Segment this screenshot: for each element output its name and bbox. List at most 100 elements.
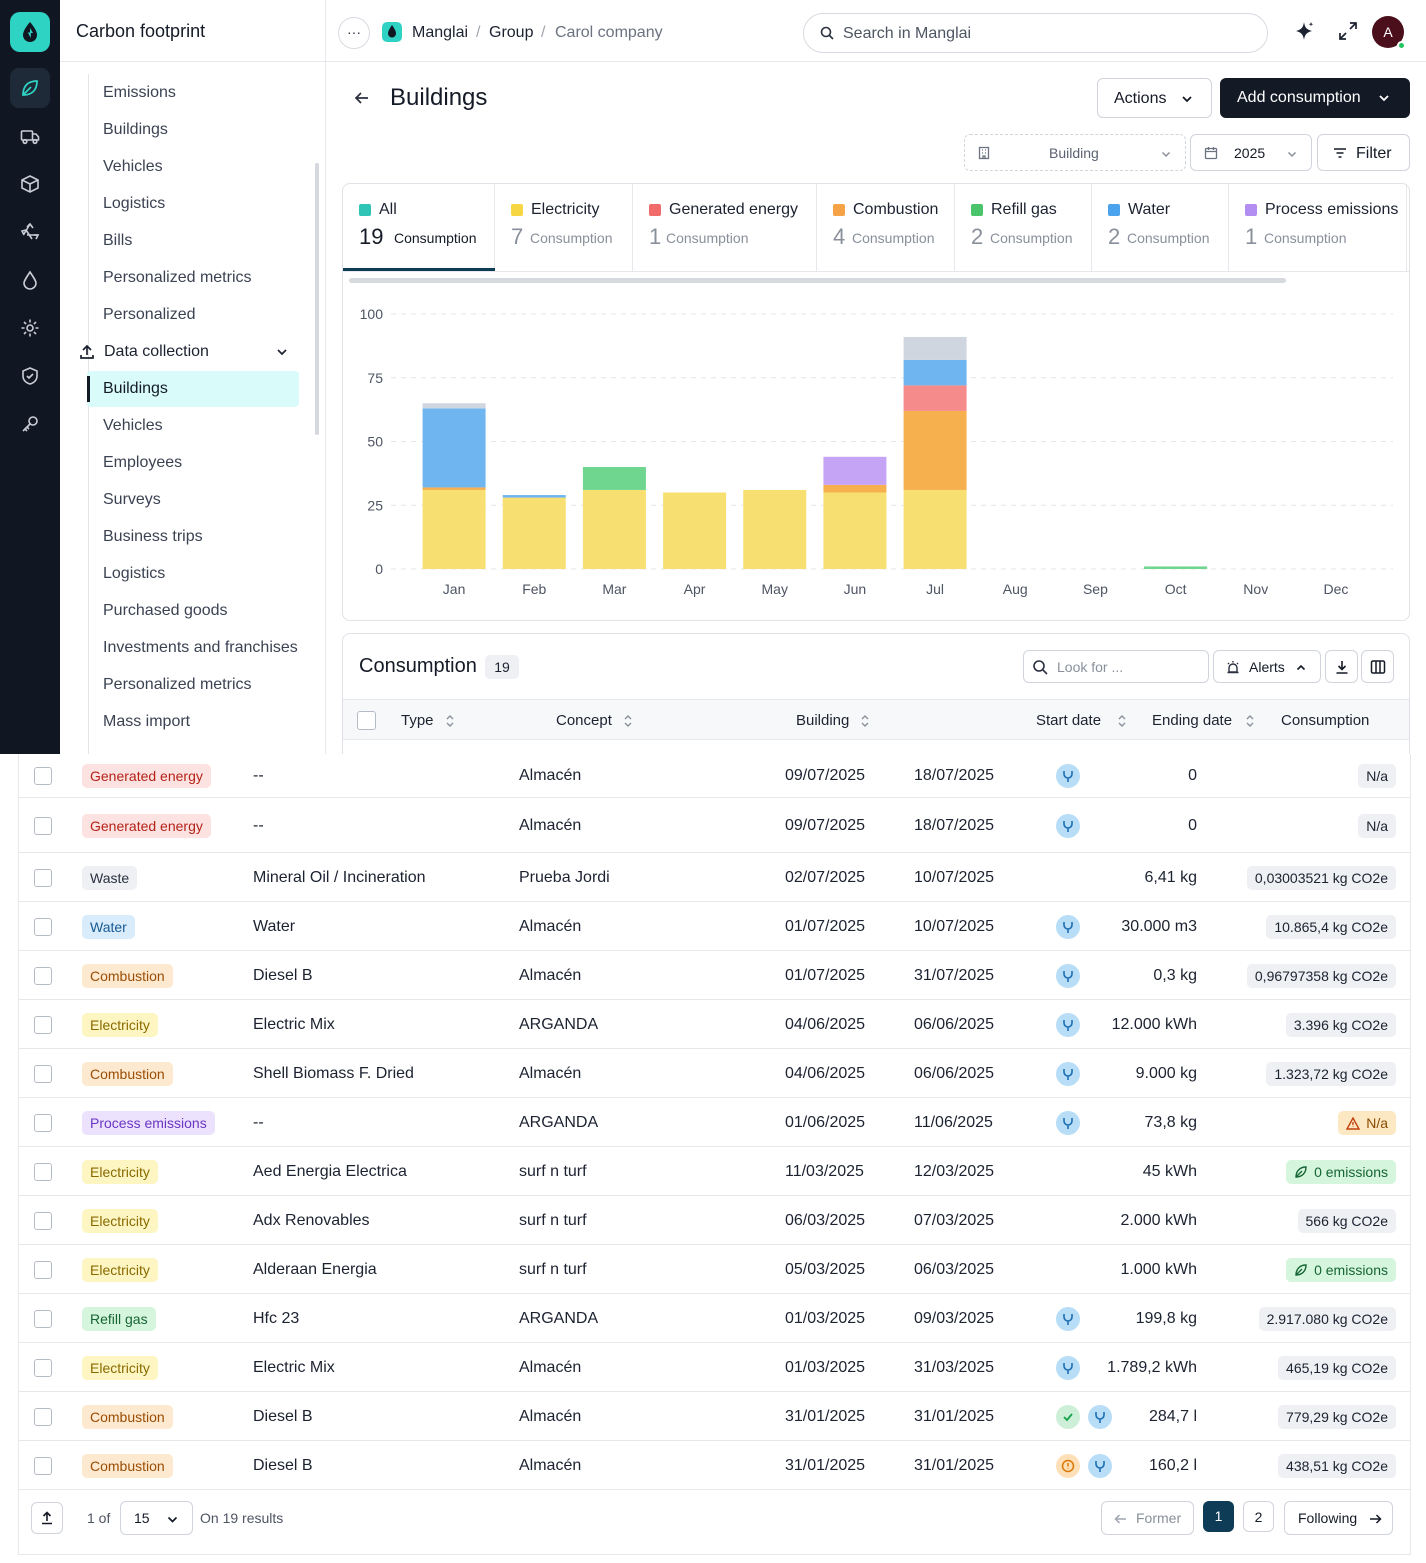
- table-row[interactable]: Electricity Electric Mix ARGANDA 04/06/2025…: [19, 1000, 1410, 1049]
- page-button-2[interactable]: 2: [1243, 1501, 1274, 1532]
- truck-icon[interactable]: [10, 116, 50, 156]
- key-icon[interactable]: [10, 404, 50, 444]
- table-row[interactable]: Electricity Alderaan Energia surf n turf 05…: [19, 1245, 1410, 1294]
- row-checkbox[interactable]: [34, 1114, 52, 1132]
- table-row[interactable]: Water Water Almacén 01/07/2025 10/07/2025 30.…: [19, 902, 1410, 951]
- gear-icon[interactable]: [10, 308, 50, 348]
- sidebar-subitem-vehicles[interactable]: Vehicles: [103, 417, 163, 435]
- row-checkbox[interactable]: [34, 767, 52, 785]
- table-row[interactable]: Combustion Diesel B Almacén 31/01/2025 31/01…: [19, 1441, 1410, 1490]
- sidebar-item-bills[interactable]: Bills: [103, 232, 132, 250]
- sidebar-item-logistics[interactable]: Logistics: [103, 195, 165, 213]
- global-search-input[interactable]: Search in Manglai: [803, 13, 1268, 53]
- column-header-concept[interactable]: Concept: [556, 712, 612, 729]
- table-row[interactable]: Generated energy -- Almacén 09/07/2025 18/07…: [19, 754, 1410, 798]
- category-tab-generated-energy[interactable]: Generated energy 1 Consumption: [633, 184, 817, 271]
- sort-icon[interactable]: [445, 714, 455, 728]
- row-checkbox[interactable]: [34, 1163, 52, 1181]
- table-row[interactable]: Process emissions -- ARGANDA 01/06/2025 11/0…: [19, 1098, 1410, 1147]
- table-row[interactable]: Electricity Electric Mix Almacén 01/03/2025…: [19, 1343, 1410, 1392]
- table-row[interactable]: Electricity Adx Renovables surf n turf 06/0…: [19, 1196, 1410, 1245]
- sidebar-item-vehicles[interactable]: Vehicles: [103, 158, 163, 176]
- actions-button[interactable]: Actions: [1097, 78, 1212, 118]
- row-checkbox[interactable]: [34, 918, 52, 936]
- sort-icon[interactable]: [860, 714, 870, 728]
- shield-icon[interactable]: [10, 356, 50, 396]
- table-row[interactable]: Electricity Aed Energia Electrica surf n t…: [19, 1147, 1410, 1196]
- scroll-top-button[interactable]: [31, 1502, 63, 1534]
- row-checkbox[interactable]: [34, 1457, 52, 1475]
- row-checkbox[interactable]: [34, 1016, 52, 1034]
- column-header-consumption[interactable]: Consumption: [1281, 712, 1369, 729]
- data-source-icon[interactable]: [1056, 1062, 1080, 1086]
- row-checkbox[interactable]: [34, 817, 52, 835]
- expand-icon[interactable]: [1337, 20, 1359, 42]
- select-all-checkbox[interactable]: [357, 711, 376, 730]
- sidebar-subitem-investments[interactable]: Investments and franchises: [103, 639, 298, 657]
- breadcrumb-manglai[interactable]: Manglai: [412, 24, 468, 42]
- table-row[interactable]: Generated energy -- Almacén 09/07/2025 18/07…: [19, 798, 1410, 853]
- data-source-icon[interactable]: [1088, 1454, 1112, 1478]
- category-tab-electricity[interactable]: Electricity 7 Consumption: [495, 184, 633, 271]
- breadcrumb-carol-company[interactable]: Carol company: [555, 24, 663, 42]
- building-select[interactable]: Building: [964, 134, 1186, 171]
- sidebar-item-personalized-metrics[interactable]: Personalized metrics: [103, 269, 252, 287]
- column-header-type[interactable]: Type: [401, 712, 434, 729]
- table-search-input[interactable]: Look for ...: [1023, 650, 1209, 683]
- sidebar-subitem-business-trips[interactable]: Business trips: [103, 528, 203, 546]
- sidebar-subitem-mass-import[interactable]: Mass import: [103, 713, 190, 731]
- back-arrow-icon[interactable]: [352, 88, 372, 108]
- sidebar-item-personalized[interactable]: Personalized: [103, 306, 196, 324]
- page-size-select[interactable]: 15: [120, 1501, 193, 1535]
- page-button-1[interactable]: 1: [1203, 1501, 1234, 1532]
- sidebar-item-emissions[interactable]: Emissions: [103, 84, 176, 102]
- category-tab-process-emissions[interactable]: Process emissions 1 Consumption: [1229, 184, 1407, 271]
- category-tab-combustion[interactable]: Combustion 4 Consumption: [817, 184, 955, 271]
- sidebar-subitem-surveys[interactable]: Surveys: [103, 491, 161, 509]
- table-row[interactable]: Waste Mineral Oil / Incineration Prueba Jo…: [19, 853, 1410, 902]
- alerts-button[interactable]: Alerts: [1213, 650, 1321, 683]
- tabs-scrollbar[interactable]: [349, 278, 1286, 283]
- row-checkbox[interactable]: [34, 1261, 52, 1279]
- data-source-icon[interactable]: [1056, 1111, 1080, 1135]
- column-header-start-date[interactable]: Start date: [1036, 712, 1101, 729]
- row-checkbox[interactable]: [34, 1408, 52, 1426]
- data-source-icon[interactable]: [1056, 814, 1080, 838]
- sidebar-subitem-buildings[interactable]: Buildings: [103, 380, 168, 398]
- column-header-ending-date[interactable]: Ending date: [1152, 712, 1232, 729]
- logo-icon[interactable]: [10, 12, 50, 52]
- sidebar-subitem-personalized-metrics[interactable]: Personalized metrics: [103, 676, 252, 694]
- data-source-icon[interactable]: [1056, 764, 1080, 788]
- row-checkbox[interactable]: [34, 1359, 52, 1377]
- category-tab-refill-gas[interactable]: Refill gas 2 Consumption: [955, 184, 1092, 271]
- data-source-icon[interactable]: [1056, 915, 1080, 939]
- sidebar-subitem-employees[interactable]: Employees: [103, 454, 182, 472]
- category-tab-water[interactable]: Water 2 Consumption: [1092, 184, 1229, 271]
- row-checkbox[interactable]: [34, 1065, 52, 1083]
- data-source-icon[interactable]: [1056, 1307, 1080, 1331]
- leaf-icon[interactable]: [10, 68, 50, 108]
- sidebar-section-data-collection[interactable]: Data collection: [78, 341, 300, 363]
- sidebar-subitem-logistics[interactable]: Logistics: [103, 565, 165, 583]
- download-button[interactable]: [1325, 650, 1358, 683]
- data-source-icon[interactable]: [1056, 1356, 1080, 1380]
- data-source-icon[interactable]: [1056, 964, 1080, 988]
- sidebar-subitem-purchased-goods[interactable]: Purchased goods: [103, 602, 228, 620]
- row-checkbox[interactable]: [34, 967, 52, 985]
- category-tab-all[interactable]: All 19 Consumption: [343, 184, 495, 271]
- row-checkbox[interactable]: [34, 1310, 52, 1328]
- row-checkbox[interactable]: [34, 869, 52, 887]
- table-row[interactable]: Refill gas Hfc 23 ARGANDA 01/03/2025 09/03/2…: [19, 1294, 1410, 1343]
- add-consumption-button[interactable]: Add consumption: [1220, 78, 1410, 118]
- row-checkbox[interactable]: [34, 1212, 52, 1230]
- sidebar-item-buildings[interactable]: Buildings: [103, 121, 168, 139]
- breadcrumb-group[interactable]: Group: [489, 24, 533, 42]
- following-page-button[interactable]: Following: [1284, 1501, 1393, 1535]
- box-icon[interactable]: [10, 164, 50, 204]
- sort-icon[interactable]: [623, 714, 633, 728]
- table-row[interactable]: Combustion Diesel B Almacén 01/07/2025 31/07…: [19, 951, 1410, 1000]
- table-row[interactable]: Combustion Shell Biomass F. Dried Almacén 0…: [19, 1049, 1410, 1098]
- data-source-icon[interactable]: [1056, 1013, 1080, 1037]
- drop-icon[interactable]: [10, 260, 50, 300]
- sparkle-icon[interactable]: [1293, 20, 1315, 42]
